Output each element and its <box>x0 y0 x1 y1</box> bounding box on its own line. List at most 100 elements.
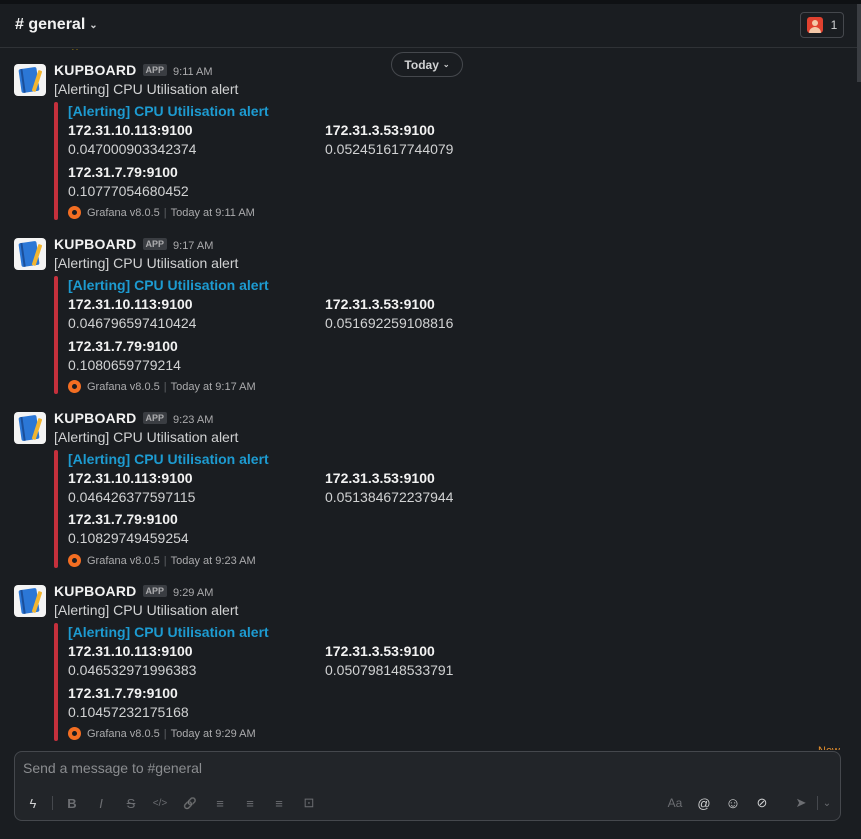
link-icon[interactable]: 🔗 <box>180 792 200 814</box>
app-avatar[interactable] <box>14 585 46 617</box>
field-name: 172.31.10.113:9100 <box>68 643 193 659</box>
code-icon[interactable]: </> <box>150 792 170 814</box>
message: KUPBOARD APP 9:17 AM [Alerting] CPU Util… <box>0 236 857 404</box>
attachment-footer: Grafana v8.0.5 | Today at 9:17 AM <box>68 380 256 393</box>
attachment-color-bar <box>54 102 58 220</box>
send-icon[interactable]: ➤ <box>791 792 811 814</box>
new-messages-indicator[interactable]: New <box>818 744 840 750</box>
attachment-color-bar <box>54 623 58 741</box>
bold-icon[interactable]: B <box>62 792 82 814</box>
alert-attachment: [Alerting] CPU Utilisation alert 172.31.… <box>54 276 754 396</box>
attachment-title-link[interactable]: [Alerting] CPU Utilisation alert <box>68 277 269 293</box>
app-avatar[interactable] <box>14 238 46 270</box>
channel-header: # general ⌄ 1 <box>0 4 857 48</box>
footer-time[interactable]: Today at 9:17 AM <box>171 381 256 393</box>
channel-name: # general <box>15 16 86 33</box>
reaction-emoji-icon: ★ <box>70 49 80 53</box>
field-name: 172.31.7.79:9100 <box>68 338 178 354</box>
attachment-title-link[interactable]: [Alerting] CPU Utilisation alert <box>68 624 269 640</box>
field-value: 0.10457232175168 <box>68 704 189 720</box>
strikethrough-icon[interactable]: S <box>121 792 141 814</box>
message-input[interactable] <box>23 760 823 776</box>
message-timestamp[interactable]: 9:29 AM <box>173 587 213 599</box>
field-name: 172.31.3.53:9100 <box>325 470 435 486</box>
field-value: 0.051692259108816 <box>325 315 454 331</box>
field-name: 172.31.3.53:9100 <box>325 296 435 312</box>
grafana-icon <box>68 727 81 740</box>
date-divider-label: Today <box>404 57 439 72</box>
message: KUPBOARD APP 9:11 AM [Alerting] CPU Util… <box>0 62 857 230</box>
alert-attachment: [Alerting] CPU Utilisation alert 172.31.… <box>54 623 754 743</box>
field-name: 172.31.7.79:9100 <box>68 511 178 527</box>
sender-name[interactable]: KUPBOARD <box>54 236 137 252</box>
message-text: [Alerting] CPU Utilisation alert <box>54 602 239 618</box>
bulleted-list-icon[interactable]: ≡ <box>240 792 260 814</box>
field-value: 0.052451617744079 <box>325 141 454 157</box>
field-value: 0.1080659779214 <box>68 357 181 373</box>
attachment-title-link[interactable]: [Alerting] CPU Utilisation alert <box>68 103 269 119</box>
grafana-icon <box>68 380 81 393</box>
field-value: 0.10777054680452 <box>68 183 189 199</box>
shortcuts-lightning-icon[interactable]: ϟ <box>23 792 43 814</box>
italic-icon[interactable]: I <box>91 792 111 814</box>
toolbar-divider <box>52 796 53 810</box>
message-text: [Alerting] CPU Utilisation alert <box>54 255 239 271</box>
message: KUPBOARD APP 9:23 AM [Alerting] CPU Util… <box>0 410 857 578</box>
grafana-icon <box>68 554 81 567</box>
field-value: 0.047000903342374 <box>68 141 197 157</box>
code-block-icon[interactable]: ⊡ <box>299 792 319 814</box>
app-badge: APP <box>142 64 168 76</box>
send-options-chevron-icon[interactable]: ⌄ <box>818 792 836 814</box>
member-count: 1 <box>830 18 838 32</box>
field-name: 172.31.10.113:9100 <box>68 470 193 486</box>
field-name: 172.31.3.53:9100 <box>325 643 435 659</box>
message: KUPBOARD APP 9:29 AM [Alerting] CPU Util… <box>0 583 857 744</box>
message-timestamp[interactable]: 9:23 AM <box>173 414 213 426</box>
field-name: 172.31.3.53:9100 <box>325 122 435 138</box>
field-value: 0.051384672237944 <box>325 489 454 505</box>
mention-icon[interactable]: @ <box>694 792 714 814</box>
scrollbar[interactable] <box>857 4 861 82</box>
member-count-button[interactable]: 1 <box>800 12 844 38</box>
app-avatar[interactable] <box>14 412 46 444</box>
attachment-title-link[interactable]: [Alerting] CPU Utilisation alert <box>68 451 269 467</box>
field-value: 0.050798148533791 <box>325 662 454 678</box>
app-badge: APP <box>142 238 168 250</box>
grafana-icon <box>68 206 81 219</box>
field-name: 172.31.10.113:9100 <box>68 296 193 312</box>
footer-text: Grafana v8.0.5 <box>87 380 160 393</box>
footer-text: Grafana v8.0.5 <box>87 727 160 740</box>
attach-paperclip-icon[interactable]: ⊘ <box>752 792 772 814</box>
message-text: [Alerting] CPU Utilisation alert <box>54 429 239 445</box>
footer-time[interactable]: Today at 9:29 AM <box>171 728 256 740</box>
emoji-icon[interactable]: ☺ <box>723 792 743 814</box>
ordered-list-icon[interactable]: ≡ <box>210 792 230 814</box>
attachment-footer: Grafana v8.0.5 | Today at 9:29 AM <box>68 727 256 740</box>
message-timestamp[interactable]: 9:17 AM <box>173 240 213 252</box>
attachment-color-bar <box>54 450 58 568</box>
field-value: 0.046532971996383 <box>68 662 197 678</box>
message-text: [Alerting] CPU Utilisation alert <box>54 81 239 97</box>
chevron-down-icon: ⌄ <box>442 60 450 69</box>
sender-name[interactable]: KUPBOARD <box>54 583 137 599</box>
date-divider-button[interactable]: Today ⌄ <box>391 52 463 77</box>
footer-time[interactable]: Today at 9:23 AM <box>171 555 256 567</box>
footer-text: Grafana v8.0.5 <box>87 554 160 567</box>
field-value: 0.10829749459254 <box>68 530 189 546</box>
field-name: 172.31.7.79:9100 <box>68 164 178 180</box>
message-list[interactable]: ★ KUPBOARD APP 9:11 AM [Alerting] CPU Ut… <box>0 49 857 744</box>
alert-attachment: [Alerting] CPU Utilisation alert 172.31.… <box>54 450 754 570</box>
footer-time[interactable]: Today at 9:11 AM <box>171 207 255 219</box>
channel-title-button[interactable]: # general ⌄ <box>15 16 98 34</box>
field-name: 172.31.7.79:9100 <box>68 685 178 701</box>
app-avatar[interactable] <box>14 64 46 96</box>
composer-toolbar: ϟ B I S </> 🔗 ≡ ≡ ≡ ⊡ Aa @ ☺ ⊘ ➤ ⌄ <box>15 792 840 816</box>
message-timestamp[interactable]: 9:11 AM <box>173 66 213 78</box>
app-badge: APP <box>142 412 168 424</box>
sender-name[interactable]: KUPBOARD <box>54 62 137 78</box>
text-format-icon[interactable]: Aa <box>665 792 685 814</box>
chevron-down-icon: ⌄ <box>89 19 98 31</box>
sender-name[interactable]: KUPBOARD <box>54 410 137 426</box>
blockquote-icon[interactable]: ≡ <box>269 792 289 814</box>
attachment-footer: Grafana v8.0.5 | Today at 9:23 AM <box>68 554 256 567</box>
